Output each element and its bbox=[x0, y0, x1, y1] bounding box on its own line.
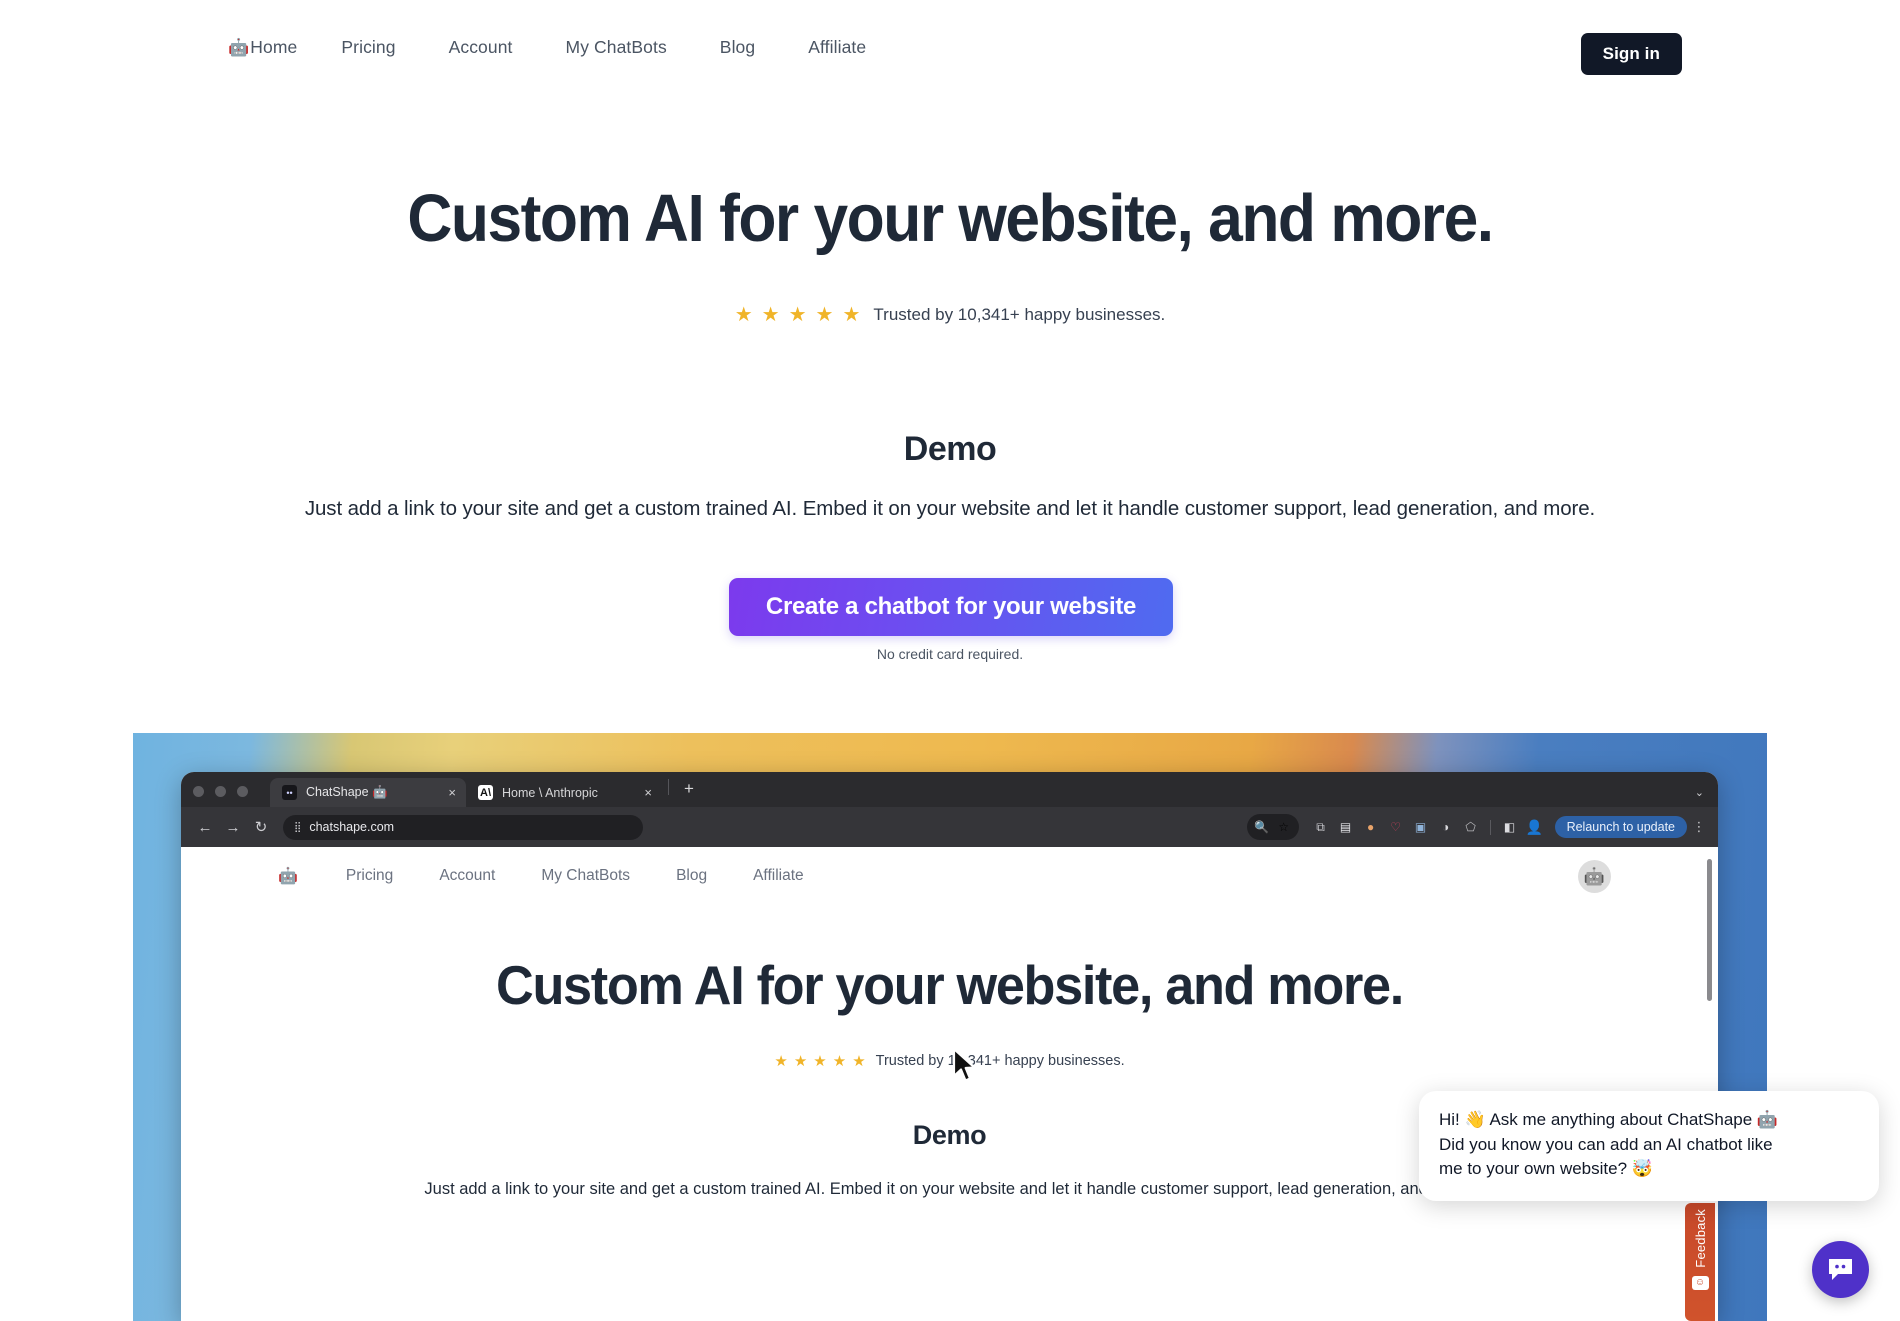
inner-rating-row: ★ ★ ★ ★ ★ Trusted by 10,341+ happy busin… bbox=[181, 1053, 1718, 1069]
inner-star-rating: ★ ★ ★ ★ ★ bbox=[774, 1054, 865, 1069]
browser-menu-kebab-icon[interactable]: ⋮ bbox=[1690, 819, 1708, 835]
nav-link-account[interactable]: Account bbox=[449, 37, 513, 58]
screenshot-extension-icon[interactable]: ⧉ bbox=[1310, 816, 1332, 838]
star-icon: ★ bbox=[774, 1052, 788, 1070]
inner-nav-link-blog[interactable]: Blog bbox=[676, 867, 707, 885]
browser-tab-title: ChatShape 🤖 bbox=[306, 785, 388, 799]
tab-divider bbox=[668, 779, 669, 795]
inner-nav-link-my-chatbots[interactable]: My ChatBots bbox=[541, 867, 630, 885]
back-arrow-icon[interactable]: ← bbox=[191, 819, 219, 836]
columns-extension-icon[interactable]: ▤ bbox=[1335, 816, 1357, 838]
reload-icon[interactable]: ↻ bbox=[247, 818, 275, 836]
maximize-window-dot[interactable] bbox=[237, 786, 248, 797]
star-icon: ★ bbox=[734, 304, 753, 326]
feedback-tab[interactable]: Feedback ☺ bbox=[1685, 1203, 1715, 1321]
nav-links: 🤖 Home Pricing Account My ChatBots Blog … bbox=[228, 37, 919, 58]
smiley-face-icon: ☺ bbox=[1691, 1275, 1709, 1290]
minimize-window-dot[interactable] bbox=[215, 786, 226, 797]
star-icon: ★ bbox=[788, 304, 807, 326]
chatshape-favicon-icon: •• bbox=[282, 785, 297, 800]
star-icon: ★ bbox=[842, 304, 861, 326]
close-icon[interactable]: × bbox=[448, 785, 456, 800]
browser-toolbar: ← → ↻ ⣿ chatshape.com 🔍 ☆ ⧉ ▤ ● ♡ ▣ ◑ ⬠ bbox=[181, 807, 1718, 847]
swirl-extension-icon[interactable]: ◑ bbox=[1435, 816, 1457, 838]
inner-rating-text: Trusted by 10,341+ happy businesses. bbox=[875, 1053, 1125, 1069]
nav-link-home[interactable]: 🤖 Home bbox=[228, 37, 297, 58]
chevron-down-icon[interactable]: ⌄ bbox=[1695, 786, 1704, 799]
inner-page-navigation: 🤖 Pricing Account My ChatBots Blog Affil… bbox=[181, 847, 1718, 905]
browser-tab-strip: •• ChatShape 🤖 × A\ Home \ Anthropic × +… bbox=[181, 772, 1718, 807]
profile-avatar-icon[interactable]: 👤 bbox=[1524, 816, 1546, 838]
bookmark-star-icon[interactable]: ☆ bbox=[1273, 816, 1295, 838]
star-icon: ★ bbox=[815, 304, 834, 326]
feedback-label: Feedback bbox=[1692, 1209, 1708, 1268]
browser-tab-chatshape[interactable]: •• ChatShape 🤖 × bbox=[270, 778, 466, 807]
chat-message-line-1: Hi! 👋 Ask me anything about ChatShape 🤖 bbox=[1439, 1110, 1779, 1129]
star-icon: ★ bbox=[761, 304, 780, 326]
window-traffic-lights bbox=[193, 786, 248, 807]
create-chatbot-button[interactable]: Create a chatbot for your website bbox=[729, 578, 1173, 636]
demo-section-heading: Demo bbox=[903, 430, 997, 468]
pocket-extension-icon[interactable]: ♡ bbox=[1385, 816, 1407, 838]
address-bar[interactable]: ⣿ chatshape.com bbox=[283, 814, 643, 840]
toolbar-divider bbox=[1489, 819, 1491, 835]
sign-in-button[interactable]: Sign in bbox=[1580, 33, 1682, 75]
star-icon: ★ bbox=[793, 1052, 808, 1070]
close-icon[interactable]: × bbox=[644, 785, 652, 800]
chat-message-line-3: me to your own website? 🤯 bbox=[1439, 1159, 1653, 1179]
nav-link-home-label: Home bbox=[250, 36, 298, 57]
rating-row: ★ ★ ★ ★ ★ Trusted by 10,341+ happy busin… bbox=[0, 305, 1900, 325]
relaunch-to-update-button[interactable]: Relaunch to update bbox=[1554, 816, 1687, 838]
omnibox-actions-pill: 🔍 ☆ bbox=[1246, 814, 1299, 840]
star-icon: ★ bbox=[813, 1052, 827, 1070]
inner-nav-link-pricing[interactable]: Pricing bbox=[346, 867, 393, 885]
shield-extension-icon[interactable]: ⬠ bbox=[1460, 816, 1482, 838]
star-icon: ★ bbox=[852, 1052, 866, 1070]
star-rating: ★ ★ ★ ★ ★ bbox=[735, 305, 861, 325]
inner-nav-link-account[interactable]: Account bbox=[439, 867, 495, 885]
chat-bubble-icon bbox=[1829, 1259, 1852, 1280]
site-logo-robot-icon: 🤖 bbox=[228, 37, 250, 57]
cta-note: No credit card required. bbox=[876, 646, 1024, 662]
capsule-extension-icon[interactable]: ● bbox=[1360, 816, 1382, 838]
demo-screenshot-frame: •• ChatShape 🤖 × A\ Home \ Anthropic × +… bbox=[133, 733, 1767, 1321]
new-tab-button[interactable]: + bbox=[672, 779, 704, 807]
rendered-webpage: 🤖 Pricing Account My ChatBots Blog Affil… bbox=[181, 847, 1718, 1321]
page-scrollbar-thumb[interactable] bbox=[1707, 859, 1712, 1001]
chat-message-line-2: Did you know you can add an AI chatbot l… bbox=[1439, 1134, 1773, 1154]
inner-site-logo-robot-icon[interactable]: 🤖 bbox=[278, 866, 298, 886]
address-bar-url: chatshape.com bbox=[309, 820, 395, 834]
chat-widget-button[interactable] bbox=[1812, 1241, 1869, 1298]
nav-link-my-chatbots[interactable]: My ChatBots bbox=[566, 37, 667, 58]
forward-arrow-icon[interactable]: → bbox=[219, 819, 247, 836]
chat-greeting-bubble[interactable]: Hi! 👋 Ask me anything about ChatShape 🤖 … bbox=[1419, 1091, 1879, 1201]
browser-tab-anthropic[interactable]: A\ Home \ Anthropic × bbox=[466, 778, 662, 807]
demo-section-description: Just add a link to your site and get a c… bbox=[304, 497, 1596, 520]
inner-nav-link-affiliate[interactable]: Affiliate bbox=[753, 867, 804, 885]
search-icon[interactable]: 🔍 bbox=[1251, 816, 1273, 838]
photo-extension-icon[interactable]: ▣ bbox=[1410, 816, 1432, 838]
rating-text: Trusted by 10,341+ happy businesses. bbox=[873, 305, 1166, 324]
page-title: Custom AI for your website, and more. bbox=[407, 181, 1494, 256]
top-navigation-bar: 🤖 Home Pricing Account My ChatBots Blog … bbox=[0, 0, 1900, 94]
inner-page-title: Custom AI for your website, and more. bbox=[496, 954, 1404, 1016]
site-settings-tune-icon[interactable]: ⣿ bbox=[294, 822, 301, 833]
toolbar-right-actions: 🔍 ☆ ⧉ ▤ ● ♡ ▣ ◑ ⬠ ◧ 👤 Relaunch to update… bbox=[1246, 814, 1708, 840]
browser-tab-title: Home \ Anthropic bbox=[502, 785, 598, 800]
star-icon: ★ bbox=[832, 1052, 847, 1070]
side-panel-icon[interactable]: ◧ bbox=[1499, 816, 1521, 838]
browser-window-mockup: •• ChatShape 🤖 × A\ Home \ Anthropic × +… bbox=[181, 772, 1718, 1321]
close-window-dot[interactable] bbox=[193, 786, 204, 797]
nav-link-affiliate[interactable]: Affiliate bbox=[808, 37, 866, 58]
nav-link-pricing[interactable]: Pricing bbox=[341, 37, 395, 58]
nav-link-blog[interactable]: Blog bbox=[720, 37, 755, 58]
robot-avatar-icon[interactable]: 🤖 bbox=[1578, 860, 1611, 893]
anthropic-favicon-icon: A\ bbox=[478, 785, 493, 800]
